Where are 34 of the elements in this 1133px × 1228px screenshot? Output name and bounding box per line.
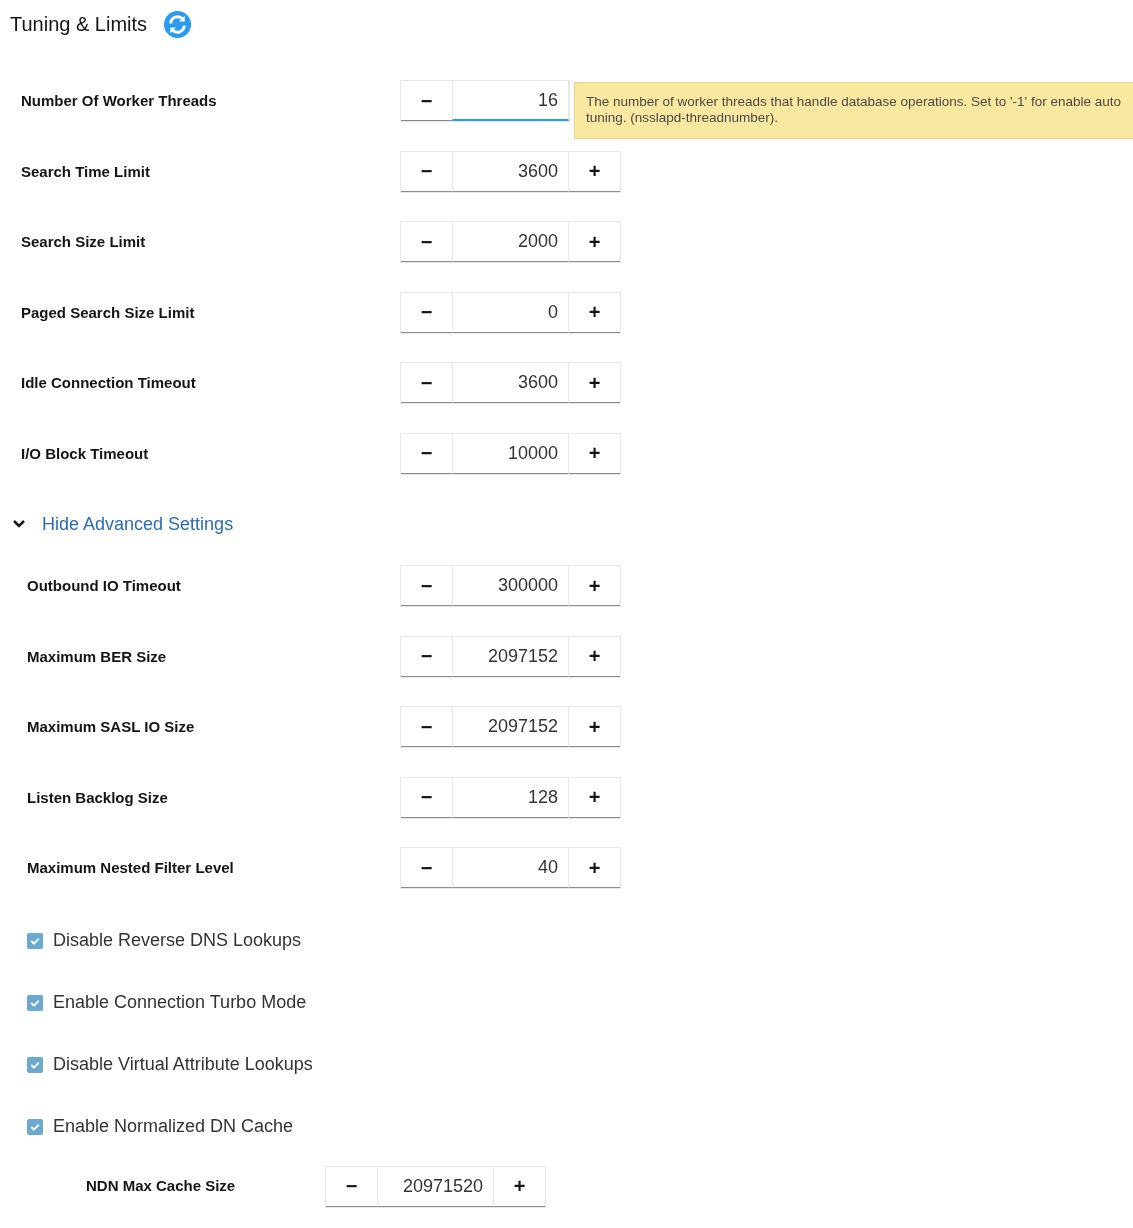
field-label: Paged Search Size Limit	[20, 302, 196, 323]
field-label: Outbound IO Timeout	[26, 576, 182, 596]
field-label: I/O Block Timeout	[20, 443, 150, 464]
field-label: Maximum SASL IO Size	[26, 717, 196, 737]
refresh-icon[interactable]	[163, 9, 193, 39]
checkbox-label: Enable Normalized DN Cache	[53, 1115, 294, 1138]
field-label: Maximum BER Size	[26, 646, 168, 667]
number-input[interactable]: 128	[452, 777, 569, 818]
checkbox-label: Disable Virtual Attribute Lookups	[53, 1053, 313, 1076]
checkbox-label: Enable Connection Turbo Mode	[53, 991, 307, 1014]
page-title: Tuning & Limits	[10, 12, 148, 37]
advanced-settings-toggle[interactable]: Hide Advanced Settings	[42, 510, 234, 538]
number-input[interactable]: 3600	[452, 151, 569, 192]
checkbox[interactable]	[27, 994, 43, 1011]
number-input[interactable]: 2000	[452, 222, 569, 263]
number-input[interactable]: 2097152	[452, 707, 569, 748]
field-label: Number Of Worker Threads	[20, 91, 218, 111]
number-input[interactable]: 20971520	[377, 1166, 494, 1207]
field-label: Search Time Limit	[20, 161, 151, 182]
checkbox[interactable]	[27, 1118, 43, 1135]
field-label: Listen Backlog Size	[26, 787, 169, 808]
number-input[interactable]: 16	[452, 81, 569, 122]
checkbox[interactable]	[27, 932, 43, 949]
field-label: Idle Connection Timeout	[20, 373, 197, 393]
number-input[interactable]: 300000	[452, 566, 569, 607]
checkbox[interactable]	[27, 1056, 43, 1073]
field-label: Search Size Limit	[20, 232, 147, 252]
checkbox-label: Disable Reverse DNS Lookups	[53, 929, 302, 952]
field-label: NDN Max Cache Size	[85, 1176, 237, 1197]
number-input[interactable]: 3600	[452, 363, 569, 404]
number-input[interactable]: 2097152	[452, 636, 569, 677]
number-input[interactable]: 10000	[452, 433, 569, 474]
tooltip: The number of worker threads that handle database operations. Set to '-1' for enable auto tuning. (nsslapd-threadnumber).	[574, 82, 1133, 139]
field-label: Maximum Nested Filter Level	[26, 858, 235, 878]
